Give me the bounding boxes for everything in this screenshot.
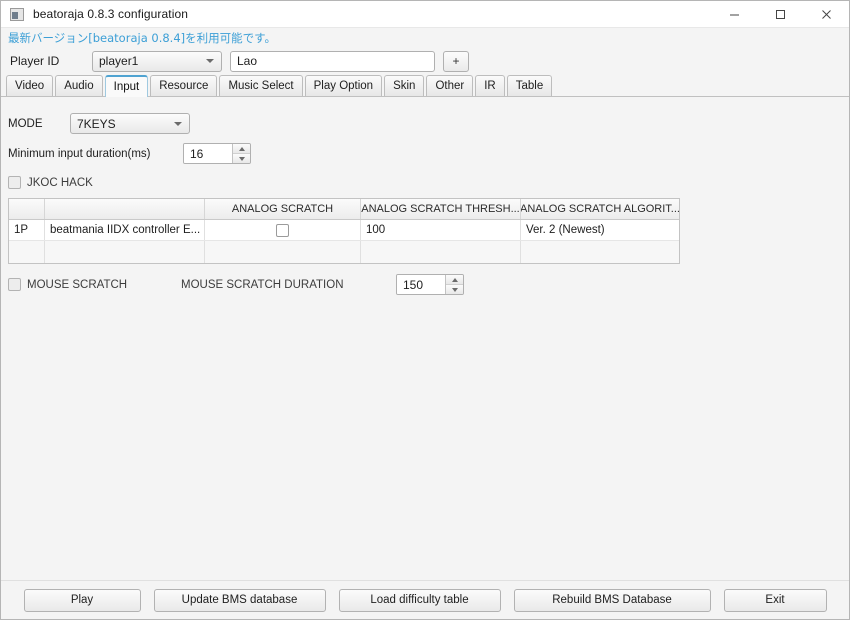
title-bar: beatoraja 0.8.3 configuration xyxy=(1,1,849,28)
load-difficulty-table-button[interactable]: Load difficulty table xyxy=(338,588,501,612)
tab-other[interactable]: Other xyxy=(426,75,474,96)
rebuild-bms-database-button[interactable]: Rebuild BMS Database xyxy=(513,588,711,612)
tab-skin[interactable]: Skin xyxy=(384,75,425,96)
mouse-scratch-duration-spin-buttons xyxy=(445,275,463,294)
tab-video[interactable]: Video xyxy=(6,75,54,96)
table-row-empty[interactable] xyxy=(9,241,679,263)
player-profile-select[interactable]: player1 xyxy=(92,50,222,72)
input-tab-panel: MODE 7KEYS Minimum input duration(ms) 16… xyxy=(1,97,849,580)
minimize-icon xyxy=(729,14,739,16)
cell-player: 1P xyxy=(9,220,45,240)
mouse-scratch-duration-stepper[interactable] xyxy=(396,274,464,295)
chevron-down-icon xyxy=(451,287,458,292)
mode-value: 7KEYS xyxy=(77,116,116,131)
min-input-duration-row: Minimum input duration(ms) xyxy=(8,143,849,164)
close-icon xyxy=(821,10,831,19)
tab-resource[interactable]: Resource xyxy=(150,75,218,96)
application-window: beatoraja 0.8.3 configuration 最新バージョン[be… xyxy=(0,0,850,620)
mouse-scratch-row: MOUSE SCRATCH MOUSE SCRATCH DURATION xyxy=(8,274,608,295)
min-input-duration-stepper[interactable] xyxy=(183,143,251,164)
table-header-row: ANALOG SCRATCH ANALOG SCRATCH THRESH... … xyxy=(9,199,679,220)
update-bms-database-button[interactable]: Update BMS database xyxy=(153,588,326,612)
mode-label: MODE xyxy=(8,117,43,130)
close-button[interactable] xyxy=(803,1,849,28)
table-header-analog-scratch-algorithm[interactable]: ANALOG SCRATCH ALGORIT... xyxy=(521,199,679,219)
chevron-down-icon xyxy=(206,59,214,63)
spinner-increment-button[interactable] xyxy=(233,144,250,154)
tab-music-select[interactable]: Music Select xyxy=(219,75,303,96)
bottom-button-bar: Play Update BMS database Load difficulty… xyxy=(1,580,849,619)
table-header-analog-scratch-threshold[interactable]: ANALOG SCRATCH THRESH... xyxy=(361,199,521,219)
spinner-decrement-button[interactable] xyxy=(233,154,250,163)
chevron-up-icon xyxy=(451,277,458,282)
play-button[interactable]: Play xyxy=(23,588,141,612)
tab-input[interactable]: Input xyxy=(104,75,149,97)
exit-button[interactable]: Exit xyxy=(723,588,827,612)
table-header-player[interactable] xyxy=(9,199,45,219)
spinner-decrement-button[interactable] xyxy=(446,285,463,294)
mouse-scratch-duration-label: MOUSE SCRATCH DURATION xyxy=(181,278,344,291)
cell-empty xyxy=(205,241,361,263)
chevron-down-icon xyxy=(174,121,182,126)
app-icon xyxy=(10,7,24,21)
mouse-scratch-label: MOUSE SCRATCH xyxy=(27,278,128,291)
tab-ir[interactable]: IR xyxy=(475,75,505,96)
cell-empty xyxy=(45,241,205,263)
cell-empty xyxy=(521,241,679,263)
input-device-table: ANALOG SCRATCH ANALOG SCRATCH THRESH... … xyxy=(8,198,680,264)
player-id-label: Player ID xyxy=(10,54,60,68)
chevron-down-icon xyxy=(238,156,245,161)
add-player-button[interactable]: + xyxy=(443,50,469,72)
tab-bar: Video Audio Input Resource Music Select … xyxy=(1,75,849,97)
cell-analog-scratch-threshold: 100 xyxy=(361,220,521,240)
table-header-device[interactable] xyxy=(45,199,205,219)
cell-device: beatmania IIDX controller E... xyxy=(45,220,205,240)
mode-row: MODE 7KEYS xyxy=(8,113,849,134)
table-header-analog-scratch[interactable]: ANALOG SCRATCH xyxy=(205,199,361,219)
min-input-duration-input[interactable] xyxy=(184,144,232,163)
table-row[interactable]: 1P beatmania IIDX controller E... 100 Ve… xyxy=(9,220,679,241)
jkoc-hack-label: JKOC HACK xyxy=(27,176,93,189)
jkoc-hack-checkbox[interactable] xyxy=(8,176,21,189)
cell-analog-scratch[interactable] xyxy=(205,220,361,240)
mouse-scratch-duration-input[interactable] xyxy=(397,275,445,294)
window-title: beatoraja 0.8.3 configuration xyxy=(33,7,189,21)
maximize-icon xyxy=(775,10,785,19)
tab-table[interactable]: Table xyxy=(506,75,553,96)
mouse-scratch-checkbox[interactable] xyxy=(8,278,21,291)
chevron-up-icon xyxy=(238,146,245,151)
tab-play-option[interactable]: Play Option xyxy=(304,75,383,96)
analog-scratch-checkbox[interactable] xyxy=(276,223,289,237)
minimize-button[interactable] xyxy=(711,1,757,28)
min-input-duration-spin-buttons xyxy=(232,144,250,163)
spinner-increment-button[interactable] xyxy=(446,275,463,285)
cell-analog-scratch-algorithm: Ver. 2 (Newest) xyxy=(526,224,605,236)
update-notice[interactable]: 最新バージョン[beatoraja 0.8.4]を利用可能です。 xyxy=(1,28,849,47)
cell-empty xyxy=(361,241,521,263)
maximize-button[interactable] xyxy=(757,1,803,28)
tab-audio[interactable]: Audio xyxy=(55,75,103,96)
window-controls xyxy=(711,1,849,28)
player-id-row: Player ID player1 + xyxy=(1,47,849,75)
cell-empty xyxy=(9,241,45,263)
jkoc-hack-row[interactable]: JKOC HACK xyxy=(8,176,849,189)
player-profile-value: player1 xyxy=(99,54,139,68)
player-name-input[interactable] xyxy=(230,50,435,72)
min-input-duration-label: Minimum input duration(ms) xyxy=(8,147,151,160)
mode-select[interactable]: 7KEYS xyxy=(70,113,190,134)
mouse-scratch-toggle[interactable]: MOUSE SCRATCH xyxy=(8,278,173,291)
